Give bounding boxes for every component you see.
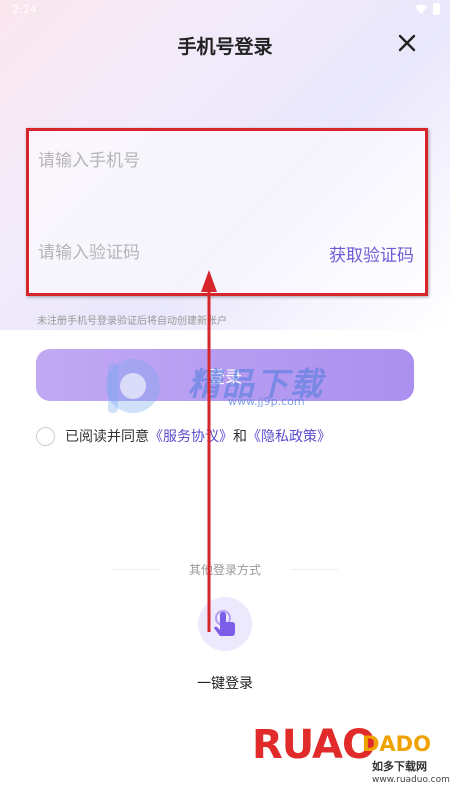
phone-field-row — [38, 136, 416, 186]
brand-watermark-main: RUAO — [252, 722, 376, 768]
brand-watermark-url: www.ruaduo.com — [372, 775, 450, 785]
brand-watermark: RUAO DADO 如多下载网 www.ruaduo.com — [252, 722, 450, 798]
status-icons — [415, 3, 440, 15]
verification-code-input[interactable] — [38, 243, 298, 263]
battery-icon — [433, 3, 440, 15]
one-click-login-button[interactable] — [198, 597, 252, 651]
privacy-policy-link[interactable]: 《隐私政策》 — [247, 426, 331, 446]
page-title: 手机号登录 — [177, 36, 273, 58]
other-login-divider: 其他登录方式 — [0, 561, 450, 581]
agreement-row: 已阅读并同意 《服务协议》 和 《隐私政策》 — [36, 425, 331, 447]
login-button[interactable]: 登录 — [36, 349, 414, 401]
agreement-checkbox[interactable] — [36, 426, 55, 446]
status-time: 2:24 — [12, 3, 37, 16]
status-bar: 2:24 — [0, 0, 450, 20]
get-code-button[interactable]: 获取验证码 — [329, 241, 414, 266]
agreement-and: 和 — [233, 429, 247, 445]
one-click-login-label: 一键登录 — [197, 676, 253, 692]
brand-watermark-cn: 如多下载网 — [372, 760, 427, 773]
agreement-prefix: 已阅读并同意 — [65, 429, 149, 445]
service-agreement-link[interactable]: 《服务协议》 — [149, 426, 233, 446]
registration-hint: 未注册手机号登录验证后将自动创建新账户 — [37, 316, 227, 327]
phone-input[interactable] — [38, 151, 298, 171]
brand-watermark-sub: DADO — [362, 732, 431, 756]
close-icon[interactable] — [394, 30, 420, 56]
other-login-label: 其他登录方式 — [188, 563, 261, 577]
divider-line — [290, 569, 338, 570]
header: 手机号登录 — [0, 28, 450, 60]
tap-hand-icon — [214, 610, 235, 636]
code-field-row: 获取验证码 — [38, 228, 416, 278]
wifi-icon — [415, 4, 427, 14]
login-form: 获取验证码 — [26, 128, 426, 294]
